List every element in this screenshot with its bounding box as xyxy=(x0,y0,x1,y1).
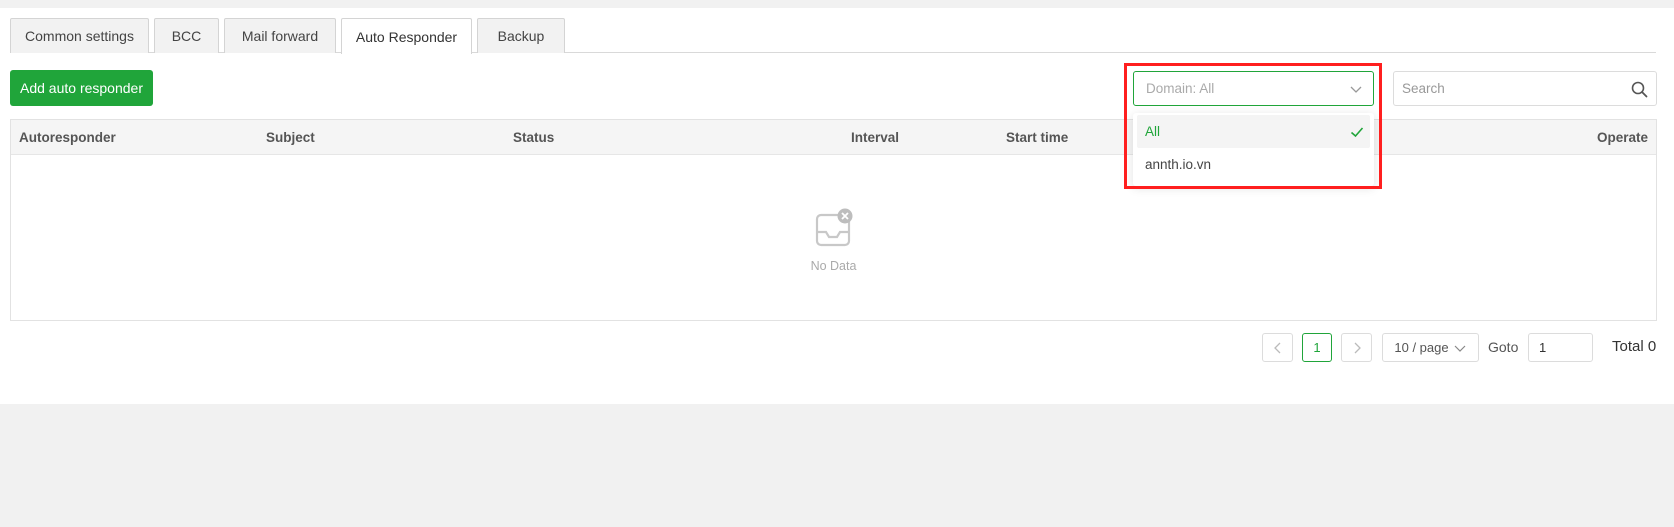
column-autoresponder: Autoresponder xyxy=(19,130,116,145)
chevron-right-icon xyxy=(1354,342,1361,353)
empty-text: No Data xyxy=(810,259,857,273)
page-size-label: 10 / page xyxy=(1394,340,1449,355)
empty-state: No Data xyxy=(11,208,1656,273)
no-data-icon xyxy=(815,208,852,247)
total-count: Total 0 xyxy=(1612,338,1657,355)
check-icon xyxy=(1350,127,1364,138)
column-subject: Subject xyxy=(266,130,315,145)
chevron-down-icon xyxy=(1454,345,1466,352)
domain-dropdown-menu: All annth.io.vn xyxy=(1133,113,1374,186)
chevron-left-icon xyxy=(1273,342,1280,353)
auto-responder-table: Autoresponder Subject Status Interval St… xyxy=(10,119,1657,321)
search-input[interactable] xyxy=(1394,72,1614,105)
domain-select-value: Domain: All xyxy=(1146,81,1215,96)
tab-mail-forward[interactable]: Mail forward xyxy=(224,18,336,53)
table-header: Autoresponder Subject Status Interval St… xyxy=(11,120,1656,155)
page-number-1[interactable]: 1 xyxy=(1302,333,1332,362)
tab-auto-responder[interactable]: Auto Responder xyxy=(341,18,472,54)
tab-bar: Common settings BCC Mail forward Auto Re… xyxy=(10,18,570,54)
option-label: All xyxy=(1145,124,1161,139)
dropdown-option-all[interactable]: All xyxy=(1137,115,1370,148)
domain-select[interactable]: Domain: All xyxy=(1133,71,1374,106)
option-label: annth.io.vn xyxy=(1145,157,1212,172)
add-auto-responder-button[interactable]: Add auto responder xyxy=(10,70,153,106)
prev-page-button[interactable] xyxy=(1262,333,1293,362)
column-operate: Operate xyxy=(1596,130,1648,145)
column-status: Status xyxy=(513,130,555,145)
next-page-button[interactable] xyxy=(1341,333,1372,362)
chevron-down-icon xyxy=(1350,86,1362,93)
page-size-select[interactable]: 10 / page xyxy=(1382,333,1479,362)
goto-page-input[interactable] xyxy=(1528,333,1593,362)
tab-bcc[interactable]: BCC xyxy=(154,18,219,53)
tab-common-settings[interactable]: Common settings xyxy=(10,18,149,53)
dropdown-option-annth[interactable]: annth.io.vn xyxy=(1133,148,1374,181)
column-interval: Interval xyxy=(851,130,900,145)
column-start-time: Start time xyxy=(1006,130,1069,145)
tab-backup[interactable]: Backup xyxy=(477,18,565,53)
search-icon[interactable] xyxy=(1631,81,1648,98)
search-box xyxy=(1393,71,1657,106)
goto-label: Goto xyxy=(1488,339,1519,355)
